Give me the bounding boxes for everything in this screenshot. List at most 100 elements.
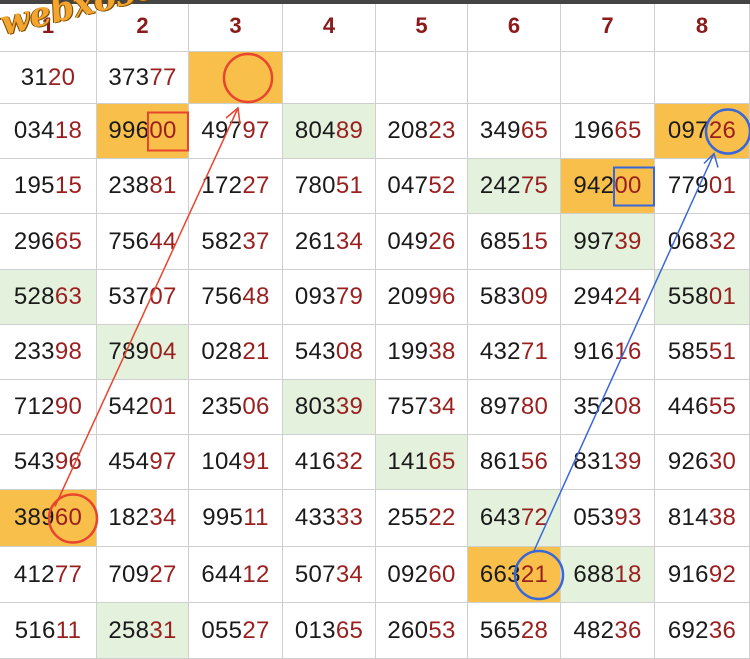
- number-cell: 996 00: [97, 104, 189, 159]
- number-prefix: 897: [479, 393, 521, 420]
- number-prefix: 685: [479, 227, 521, 255]
- lottery-grid: 1 2 3 4 5 6 7 8 31 20 373 77 034 18 996 00 497 97 804 89 208…: [0, 0, 750, 659]
- number-cell: 373 77: [97, 52, 189, 104]
- number-prefix: 182: [108, 504, 150, 531]
- number-cell: 916 16: [561, 325, 655, 380]
- number-prefix: 242: [479, 172, 521, 199]
- number-suffix: 27: [242, 616, 270, 644]
- number-suffix: 11: [55, 616, 82, 644]
- number-cell: 482 36: [561, 603, 655, 659]
- number-suffix: 21: [520, 560, 549, 588]
- number-prefix: 195: [13, 172, 55, 199]
- column-header-3: 3: [189, 0, 283, 52]
- number-cell: [189, 52, 283, 104]
- number-cell: 582 37: [189, 214, 283, 270]
- number-cell: 028 21: [189, 325, 283, 380]
- number-suffix: 15: [520, 227, 549, 255]
- number-prefix: 543: [294, 338, 336, 365]
- number-prefix: 31: [20, 63, 48, 91]
- column-header-1: 1: [0, 0, 97, 52]
- number-cell: 507 34: [283, 547, 376, 603]
- number-suffix: 23: [428, 117, 456, 144]
- number-suffix: 77: [149, 63, 177, 91]
- number-prefix: 104: [201, 448, 243, 475]
- number-suffix: 92: [708, 560, 737, 588]
- number-suffix: 81: [149, 172, 177, 199]
- number-prefix: 238: [108, 172, 150, 199]
- number-prefix: 585: [667, 338, 709, 365]
- number-suffix: 27: [149, 560, 177, 588]
- number-suffix: 00: [614, 172, 642, 199]
- number-cell: 757 34: [376, 380, 468, 435]
- number-prefix: 644: [201, 560, 243, 588]
- number-suffix: 53: [428, 616, 456, 644]
- number-suffix: 97: [242, 117, 270, 144]
- number-prefix: 258: [108, 616, 150, 644]
- number-cell: 196 65: [561, 104, 655, 159]
- number-prefix: 528: [13, 283, 55, 310]
- number-suffix: 98: [54, 338, 83, 365]
- number-suffix: 56: [520, 448, 549, 475]
- number-suffix: 80: [520, 393, 549, 420]
- number-suffix: 34: [149, 504, 177, 531]
- number-prefix: 482: [573, 616, 615, 644]
- number-suffix: 24: [614, 283, 642, 310]
- number-prefix: 663: [479, 560, 521, 588]
- number-suffix: 31: [149, 616, 177, 644]
- number-cell: 558 01: [655, 270, 750, 325]
- number-prefix: 235: [201, 393, 243, 420]
- number-suffix: 16: [614, 338, 642, 365]
- number-prefix: 433: [294, 504, 336, 531]
- number-prefix: 712: [13, 393, 55, 420]
- number-suffix: 00: [149, 117, 177, 144]
- number-prefix: 255: [387, 504, 429, 531]
- number-prefix: 688: [573, 560, 615, 588]
- number-prefix: 034: [13, 117, 55, 144]
- number-cell: 260 53: [376, 603, 468, 659]
- number-prefix: 260: [387, 616, 429, 644]
- number-suffix: 21: [242, 338, 270, 365]
- top-border: [0, 0, 750, 4]
- number-prefix: 013: [294, 616, 336, 644]
- number-suffix: 37: [242, 227, 270, 255]
- number-prefix: 814: [667, 504, 709, 531]
- number-suffix: 08: [335, 338, 364, 365]
- number-prefix: 092: [387, 560, 429, 588]
- number-prefix: 432: [479, 338, 521, 365]
- number-prefix: 916: [573, 338, 615, 365]
- number-cell: 942 00: [561, 159, 655, 214]
- number-cell: 258 31: [97, 603, 189, 659]
- number-cell: 644 12: [189, 547, 283, 603]
- number-cell: 352 08: [561, 380, 655, 435]
- number-cell: 897 80: [468, 380, 561, 435]
- number-prefix: 296: [13, 227, 55, 255]
- number-cell: 104 91: [189, 435, 283, 490]
- number-prefix: 199: [387, 338, 429, 365]
- number-suffix: 01: [708, 283, 737, 310]
- number-prefix: 097: [667, 117, 709, 144]
- number-suffix: 01: [149, 393, 177, 420]
- number-suffix: 26: [428, 227, 456, 255]
- number-suffix: 12: [242, 560, 270, 588]
- number-cell: 692 36: [655, 603, 750, 659]
- number-suffix: 89: [335, 117, 364, 144]
- number-prefix: 831: [573, 448, 615, 475]
- number-cell: 528 63: [0, 270, 97, 325]
- number-suffix: 97: [149, 448, 177, 475]
- number-cell: 585 51: [655, 325, 750, 380]
- number-cell: 412 77: [0, 547, 97, 603]
- number-cell: 296 65: [0, 214, 97, 270]
- number-cell: 053 93: [561, 490, 655, 547]
- number-prefix: 516: [14, 616, 56, 644]
- number-cell: 497 97: [189, 104, 283, 159]
- number-prefix: 942: [573, 172, 615, 199]
- number-suffix: 20: [48, 63, 76, 91]
- number-cell: 416 32: [283, 435, 376, 490]
- number-prefix: 542: [108, 393, 150, 420]
- number-suffix: 75: [520, 172, 549, 199]
- number-suffix: 33: [335, 504, 364, 531]
- number-prefix: 196: [573, 117, 615, 144]
- number-cell: 172 27: [189, 159, 283, 214]
- number-prefix: 068: [667, 227, 709, 255]
- number-prefix: 756: [201, 283, 243, 310]
